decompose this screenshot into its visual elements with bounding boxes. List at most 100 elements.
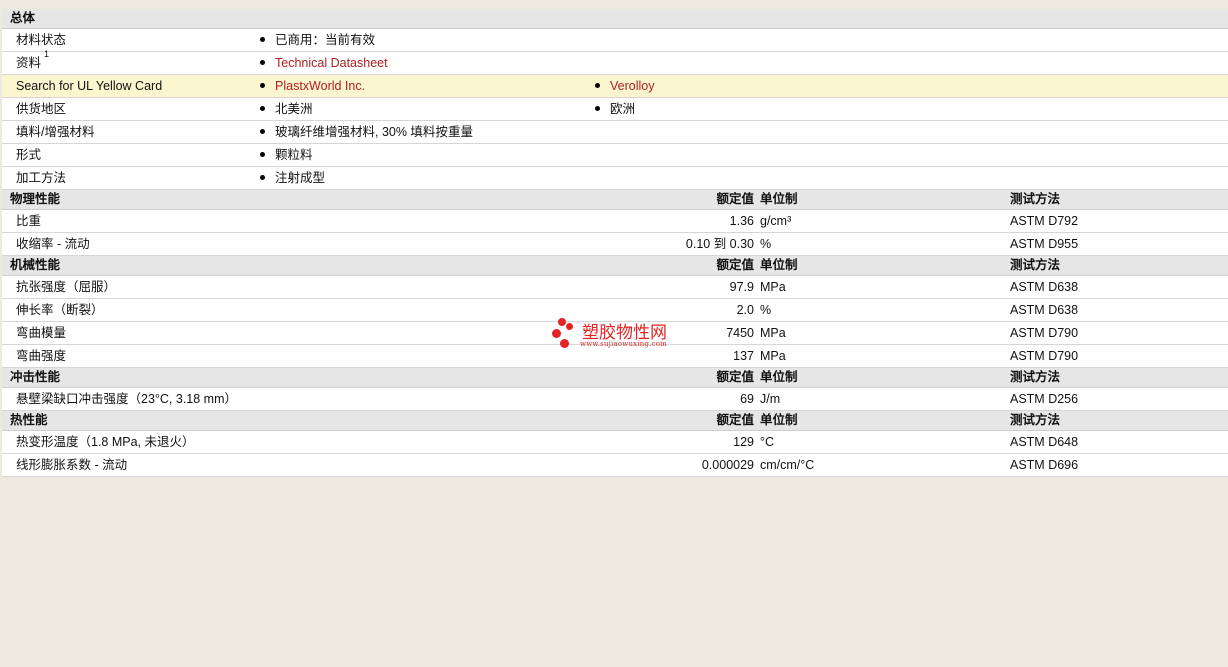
property-row: 收缩率 - 流动 0.10 到 0.30 % ASTM D955 xyxy=(2,233,1228,256)
section-title: 机械性能 xyxy=(10,258,61,272)
row-label: 填料/增强材料 xyxy=(16,125,95,139)
general-row-documents: 资料1 Technical Datasheet xyxy=(2,49,1228,75)
row-value: Technical Datasheet xyxy=(260,52,388,74)
bullet-icon xyxy=(260,152,265,158)
property-label: 热变形温度（1.8 MPa, 未退火） xyxy=(16,435,195,449)
property-value: 7450 xyxy=(726,326,754,340)
section-header-mechanical: 机械性能 额定值 单位制 测试方法 xyxy=(2,256,1228,276)
bullet-icon xyxy=(595,106,600,112)
column-header-test: 测试方法 xyxy=(1010,370,1061,384)
property-row: 比重 1.36 g/cm³ ASTM D792 xyxy=(2,210,1228,233)
property-value: 97.9 xyxy=(729,280,754,294)
property-row: 抗张强度（屈服） 97.9 MPa ASTM D638 xyxy=(2,276,1228,299)
property-label: 弯曲模量 xyxy=(16,326,67,340)
row-value: Verolloy xyxy=(595,75,654,97)
property-test-method: ASTM D256 xyxy=(1010,392,1079,406)
property-unit: % xyxy=(760,237,772,251)
property-value: 0.10 到 0.30 xyxy=(685,237,754,251)
watermark-logo-icon xyxy=(558,318,566,326)
column-header-unit: 单位制 xyxy=(760,192,798,206)
technical-datasheet-link[interactable]: Technical Datasheet xyxy=(275,56,388,70)
general-row-ul-yellow-card: Search for UL Yellow Card PlastxWorld In… xyxy=(2,75,1228,98)
property-unit: MPa xyxy=(760,326,786,340)
watermark: 塑胶物性网 www.sujiaowuxing.com xyxy=(550,318,690,352)
section-title: 热性能 xyxy=(10,413,48,427)
section-header-general: 总体 xyxy=(2,9,1228,29)
column-header-unit: 单位制 xyxy=(760,413,798,427)
property-label: 抗张强度（屈服） xyxy=(16,280,117,294)
column-header-unit: 单位制 xyxy=(760,258,798,272)
column-header-nominal: 额定值 xyxy=(716,258,754,272)
section-header-physical: 物理性能 额定值 单位制 测试方法 xyxy=(2,190,1228,210)
row-label: 形式 xyxy=(16,148,42,162)
property-label: 伸长率（断裂） xyxy=(16,303,104,317)
datasheet-table: 总体 材料状态 已商用：当前有效 资料1 Technical Datasheet… xyxy=(2,9,1228,477)
property-test-method: ASTM D696 xyxy=(1010,458,1079,472)
verolloy-link[interactable]: Verolloy xyxy=(610,79,654,93)
property-label: 比重 xyxy=(16,214,42,228)
general-row-form: 形式 颗粒料 xyxy=(2,144,1228,167)
bullet-icon xyxy=(595,83,600,89)
column-header-unit: 单位制 xyxy=(760,370,798,384)
general-row-status: 材料状态 已商用：当前有效 xyxy=(2,29,1228,52)
section-title: 冲击性能 xyxy=(10,370,61,384)
column-header-test: 测试方法 xyxy=(1010,413,1061,427)
watermark-logo-icon xyxy=(560,339,569,348)
row-value: 北美洲 xyxy=(260,98,313,120)
row-value: 已商用：当前有效 xyxy=(260,29,375,51)
property-label: 线形膨胀系数 - 流动 xyxy=(16,458,128,472)
property-unit: MPa xyxy=(760,349,786,363)
watermark-logo-icon xyxy=(566,323,573,330)
plastxworld-link[interactable]: PlastxWorld Inc. xyxy=(275,79,365,93)
footnote-marker: 1 xyxy=(44,49,50,59)
property-unit: °C xyxy=(760,435,775,449)
section-title: 总体 xyxy=(10,11,36,25)
row-value: PlastxWorld Inc. xyxy=(260,75,365,97)
section-header-impact: 冲击性能 额定值 单位制 测试方法 xyxy=(2,368,1228,388)
property-test-method: ASTM D955 xyxy=(1010,237,1079,251)
row-label: 加工方法 xyxy=(16,171,67,185)
bullet-icon xyxy=(260,175,265,181)
property-test-method: ASTM D790 xyxy=(1010,349,1079,363)
property-test-method: ASTM D792 xyxy=(1010,214,1079,228)
bullet-icon xyxy=(260,83,265,89)
property-test-method: ASTM D790 xyxy=(1010,326,1079,340)
column-header-nominal: 额定值 xyxy=(716,192,754,206)
property-value: 0.000029 xyxy=(701,458,754,472)
section-title: 物理性能 xyxy=(10,192,61,206)
row-label: Search for UL Yellow Card xyxy=(16,79,163,93)
row-value: 注射成型 xyxy=(260,167,325,189)
watermark-logo-icon xyxy=(552,329,561,338)
property-test-method: ASTM D648 xyxy=(1010,435,1079,449)
column-header-test: 测试方法 xyxy=(1010,258,1061,272)
property-value: 69 xyxy=(740,392,754,406)
property-row: 悬壁梁缺口冲击强度（23°C, 3.18 mm） 69 J/m ASTM D25… xyxy=(2,388,1228,411)
property-unit: J/m xyxy=(760,392,781,406)
property-unit: g/cm³ xyxy=(760,214,792,228)
property-value: 137 xyxy=(733,349,754,363)
bullet-icon xyxy=(260,129,265,135)
row-label: 资料1 xyxy=(16,49,50,71)
property-value: 1.36 xyxy=(729,214,754,228)
property-value: 129 xyxy=(733,435,754,449)
bullet-icon xyxy=(260,60,265,66)
general-row-availability: 供货地区 北美洲 欧洲 xyxy=(2,98,1228,121)
general-row-processing: 加工方法 注射成型 xyxy=(2,167,1228,190)
watermark-url: www.sujiaowuxing.com xyxy=(580,340,667,348)
property-label: 收缩率 - 流动 xyxy=(16,237,90,251)
property-row: 线形膨胀系数 - 流动 0.000029 cm/cm/°C ASTM D696 xyxy=(2,454,1228,477)
row-label: 材料状态 xyxy=(16,33,67,47)
property-unit: cm/cm/°C xyxy=(760,458,815,472)
column-header-nominal: 额定值 xyxy=(716,413,754,427)
general-row-filler: 填料/增强材料 玻璃纤维增强材料, 30% 填料按重量 xyxy=(2,121,1228,144)
bullet-icon xyxy=(260,37,265,43)
column-header-test: 测试方法 xyxy=(1010,192,1061,206)
row-value: 颗粒料 xyxy=(260,144,313,166)
bullet-icon xyxy=(260,106,265,112)
section-header-thermal: 热性能 额定值 单位制 测试方法 xyxy=(2,411,1228,431)
row-value: 欧洲 xyxy=(595,98,635,120)
row-value: 玻璃纤维增强材料, 30% 填料按重量 xyxy=(260,121,473,143)
property-label: 悬壁梁缺口冲击强度（23°C, 3.18 mm） xyxy=(16,392,238,406)
property-row: 热变形温度（1.8 MPa, 未退火） 129 °C ASTM D648 xyxy=(2,431,1228,454)
property-unit: MPa xyxy=(760,280,786,294)
